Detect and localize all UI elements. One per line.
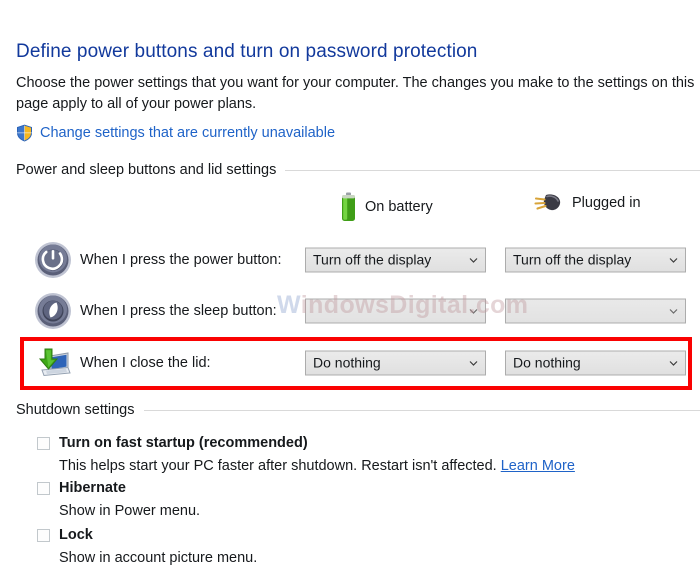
battery-icon xyxy=(341,192,356,222)
checkbox-item-fast-startup: Turn on fast startup (recommended) This … xyxy=(37,434,575,476)
setting-row-power-button: When I press the power button: Turn off … xyxy=(0,240,700,280)
close-lid-on-battery-dropdown[interactable]: Do nothing xyxy=(305,350,486,376)
chevron-down-icon xyxy=(469,258,478,263)
power-button-on-battery-dropdown[interactable]: Turn off the display xyxy=(305,247,486,273)
intro-text: Choose the power settings that you want … xyxy=(16,75,695,112)
checkbox-row[interactable]: Lock xyxy=(37,526,257,545)
hibernate-checkbox[interactable] xyxy=(37,482,50,495)
column-header-plugged-in: Plugged in xyxy=(533,192,641,214)
group-header-rule xyxy=(143,409,700,411)
group-header-rule xyxy=(285,169,700,171)
setting-row-label: When I press the power button: xyxy=(80,252,282,268)
close-lid-plugged-in-dropdown[interactable]: Do nothing xyxy=(505,350,686,376)
column-headers: On battery Plugged in xyxy=(0,192,700,222)
power-button-plugged-in-dropdown[interactable]: Turn off the display xyxy=(505,247,686,273)
shield-icon xyxy=(16,124,33,142)
checkbox-label: Hibernate xyxy=(59,480,126,496)
checkbox-description: This helps start your PC faster after sh… xyxy=(59,457,575,476)
checkbox-description: Show in Power menu. xyxy=(59,503,201,519)
chevron-down-icon xyxy=(669,361,678,366)
change-settings-unavailable-link[interactable]: Change settings that are currently unava… xyxy=(40,125,335,141)
chevron-down-icon xyxy=(469,309,478,314)
sleep-button-plugged-in-dropdown[interactable] xyxy=(505,298,686,324)
checkbox-label: Lock xyxy=(59,527,93,543)
laptop-close-lid-icon xyxy=(34,344,72,382)
checkbox-row[interactable]: Hibernate xyxy=(37,479,200,498)
sleep-button-on-battery-dropdown[interactable] xyxy=(305,298,486,324)
setting-row-label: When I press the sleep button: xyxy=(80,303,277,319)
group-header-label: Shutdown settings xyxy=(16,402,135,418)
page-title: Define power buttons and turn on passwor… xyxy=(16,41,478,62)
sleep-moon-icon xyxy=(34,292,72,330)
setting-row-label: When I close the lid: xyxy=(80,355,211,371)
dropdown-value: Turn off the display xyxy=(313,251,432,268)
chevron-down-icon xyxy=(469,361,478,366)
dropdown-value: Do nothing xyxy=(513,354,581,371)
checkbox-item-lock: Lock Show in account picture menu. xyxy=(37,526,257,568)
group-header-shutdown-settings: Shutdown settings xyxy=(16,402,700,418)
checkbox-label: Turn on fast startup (recommended) xyxy=(59,435,308,451)
change-settings-link-row[interactable]: Change settings that are currently unava… xyxy=(16,124,335,142)
chevron-down-icon xyxy=(669,258,678,263)
learn-more-link[interactable]: Learn More xyxy=(501,458,575,474)
dropdown-value: Turn off the display xyxy=(513,251,632,268)
description-text: This helps start your PC faster after sh… xyxy=(59,458,497,474)
setting-row-close-lid: When I close the lid: Do nothing Do noth… xyxy=(0,343,700,383)
setting-row-sleep-button: When I press the sleep button: xyxy=(0,291,700,331)
chevron-down-icon xyxy=(669,309,678,314)
fast-startup-checkbox[interactable] xyxy=(37,437,50,450)
power-button-icon xyxy=(34,241,72,279)
column-header-label: On battery xyxy=(365,199,433,215)
checkbox-row[interactable]: Turn on fast startup (recommended) xyxy=(37,434,575,453)
group-header-label: Power and sleep buttons and lid settings xyxy=(16,162,277,178)
checkbox-item-hibernate: Hibernate Show in Power menu. xyxy=(37,479,200,521)
lock-checkbox[interactable] xyxy=(37,529,50,542)
column-header-on-battery: On battery xyxy=(341,192,433,222)
plug-icon xyxy=(533,192,563,214)
group-header-power-sleep-lid: Power and sleep buttons and lid settings xyxy=(16,162,700,178)
checkbox-description: Show in account picture menu. xyxy=(59,550,258,566)
dropdown-value: Do nothing xyxy=(313,354,381,371)
column-header-label: Plugged in xyxy=(572,195,641,211)
power-options-page: Define power buttons and turn on passwor… xyxy=(0,0,700,579)
